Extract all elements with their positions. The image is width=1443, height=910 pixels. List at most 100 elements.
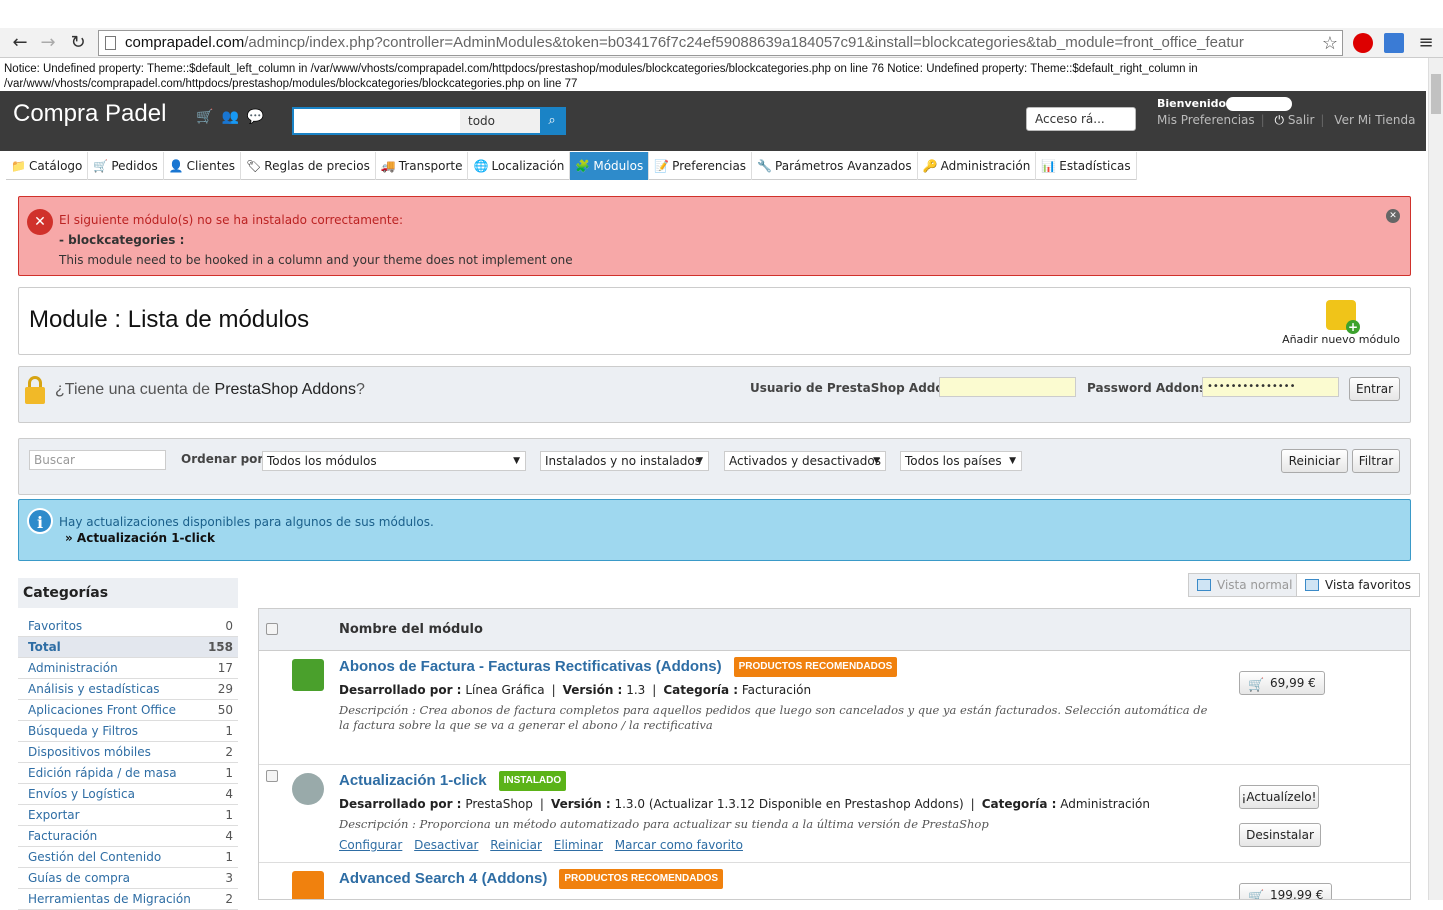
country-filter-select[interactable]: Todos los países [900, 451, 1022, 471]
reset-link[interactable]: Reiniciar [490, 838, 542, 852]
error-title: El siguiente módulo(s) no se ha instalad… [59, 213, 403, 227]
tab-modulos[interactable]: 🧩 Módulos [570, 152, 650, 180]
installed-badge: INSTALADO [498, 771, 567, 791]
reload-icon[interactable]: ↻ [66, 31, 90, 55]
reset-button[interactable]: Reiniciar [1281, 449, 1348, 473]
welcome-label: Bienvenido [1157, 97, 1227, 110]
updates-info-alert: i Hay actualizaciones disponibles para a… [18, 499, 1411, 561]
tab-reglas-precios[interactable]: 🏷 Reglas de precios [241, 152, 376, 180]
buy-button[interactable]: 🛒 69,99 € [1239, 671, 1325, 695]
settings-icon: 📝 [654, 159, 670, 173]
address-bar[interactable]: comprapadel.com/admincp/index.php?contro… [98, 30, 1343, 56]
addons-login-panel: ¿Tiene una cuenta de PrestaShop Addons? … [18, 366, 1411, 423]
customers-icon[interactable]: 👥 [221, 109, 238, 125]
error-message: This module need to be hooked in a colum… [59, 253, 573, 267]
preferences-link[interactable]: Mis Preferencias [1157, 113, 1255, 127]
updates-item-link[interactable]: » Actualización 1-click [65, 531, 215, 545]
addons-user-input[interactable] [939, 377, 1076, 397]
view-shop-link[interactable]: Ver Mi Tienda [1334, 113, 1415, 127]
module-row: Abonos de Factura - Facturas Rectificati… [259, 651, 1410, 765]
translate-icon[interactable] [1384, 33, 1404, 53]
logout-link[interactable]: Salir [1288, 113, 1315, 127]
tag-icon: 🏷 [246, 159, 262, 173]
addons-password-label: Password Addons : [1087, 381, 1216, 395]
error-icon: ✕ [27, 209, 53, 235]
admin-header: Compra Padel 🛒 👥 💬 todo ⌕ Acceso rá... Bie… [0, 91, 1426, 151]
module-name[interactable]: Actualización 1-click INSTALADO [339, 771, 567, 791]
tab-catalogo[interactable]: 📁 Catálogo [6, 152, 89, 180]
shop-name[interactable]: Compra Padel [13, 100, 166, 128]
search-scope-select[interactable]: todo [460, 109, 540, 133]
url-host: comprapadel.com [125, 34, 245, 51]
scrollbar-thumb[interactable] [1431, 74, 1441, 114]
info-icon: i [27, 508, 53, 534]
module-search-input[interactable]: Buscar [29, 450, 166, 470]
order-select[interactable]: Todos los módulos [262, 451, 526, 471]
stats-icon: 📊 [1041, 159, 1057, 173]
tab-administracion[interactable]: 🔑 Administración [918, 152, 1037, 180]
module-meta: Desarrollado por : Línea Gráfica | Versión… [339, 683, 812, 697]
php-notice: Notice: Undefined property: Theme::$defa… [4, 63, 1198, 90]
module-row: Actualización 1-click INSTALADO Desarroll… [259, 765, 1410, 863]
category-edicion-rapida[interactable]: Edición rápida / de masa 1 [18, 763, 238, 784]
addons-password-input[interactable]: ••••••••••••••• [1202, 377, 1339, 397]
tab-estadisticas[interactable]: 📊 Estadísticas [1036, 152, 1137, 180]
menu-icon[interactable]: ≡ [1414, 31, 1438, 55]
enabled-filter-select[interactable]: Activados y desactivados [724, 451, 886, 471]
tab-preferencias[interactable]: 📝 Preferencias [649, 152, 753, 180]
module-name[interactable]: Abonos de Factura - Facturas Rectificati… [339, 657, 898, 677]
adblock-icon[interactable] [1353, 33, 1373, 53]
normal-view-button[interactable]: Vista normal [1188, 573, 1302, 597]
tab-clientes[interactable]: 👤 Clientes [164, 152, 242, 180]
power-icon: ⏻ [1274, 113, 1285, 127]
tab-transporte[interactable]: 🚚 Transporte [376, 152, 469, 180]
category-front-office[interactable]: Aplicaciones Front Office 50 [18, 700, 238, 721]
admin-search[interactable]: todo ⌕ [292, 107, 566, 135]
category-envios[interactable]: Envíos y Logística 4 [18, 784, 238, 805]
bookmark-star-icon[interactable]: ☆ [1322, 31, 1338, 55]
add-module-button[interactable]: Añadir nuevo módulo [1282, 300, 1400, 346]
category-administracion[interactable]: Administración 17 [18, 658, 238, 679]
update-button[interactable]: ¡Actualízelo! [1239, 785, 1319, 809]
cart-icon: 🛒 [1248, 890, 1265, 900]
category-analisis[interactable]: Análisis y estadísticas 29 [18, 679, 238, 700]
cart-icon: 🛒 [1248, 678, 1265, 693]
cart-icon[interactable]: 🛒 [196, 109, 213, 125]
installed-filter-select[interactable]: Instalados y no instalados [540, 451, 709, 471]
favorites-view-button[interactable]: Vista favoritos [1296, 573, 1420, 597]
order-label: Ordenar por: [181, 452, 269, 466]
disable-link[interactable]: Desactivar [414, 838, 478, 852]
tab-parametros-avanzados[interactable]: 🔧 Parámetros Avanzados [752, 152, 918, 180]
tab-localizacion[interactable]: 🌐 Localización [468, 152, 571, 180]
category-guias[interactable]: Guías de compra 3 [18, 868, 238, 889]
configure-link[interactable]: Configurar [339, 838, 402, 852]
buy-button[interactable]: 🛒 199,99 € [1239, 883, 1333, 900]
category-contenido[interactable]: Gestión del Contenido 1 [18, 847, 238, 868]
category-busqueda[interactable]: Búsqueda y Filtros 1 [18, 721, 238, 742]
category-facturacion[interactable]: Facturación 4 [18, 826, 238, 847]
module-checkbox[interactable] [266, 770, 278, 782]
module-name[interactable]: Advanced Search 4 (Addons) PRODUCTOS RECO… [339, 869, 724, 889]
forward-icon[interactable]: → [36, 31, 60, 55]
filter-button[interactable]: Filtrar [1352, 449, 1400, 473]
page-scrollbar[interactable] [1428, 58, 1443, 900]
category-exportar[interactable]: Exportar 1 [18, 805, 238, 826]
addons-login-button[interactable]: Entrar [1349, 377, 1400, 401]
delete-link[interactable]: Eliminar [554, 838, 603, 852]
select-all-checkbox[interactable] [266, 623, 278, 635]
category-moviles[interactable]: Dispositivos móbiles 2 [18, 742, 238, 763]
tab-pedidos[interactable]: 🛒 Pedidos [88, 152, 164, 180]
close-icon[interactable]: ✕ [1386, 209, 1400, 223]
uninstall-button[interactable]: Desinstalar [1239, 823, 1321, 847]
messages-icon[interactable]: 💬 [247, 109, 264, 125]
quick-access-select[interactable]: Acceso rá... [1026, 107, 1136, 131]
search-icon[interactable]: ⌕ [540, 109, 564, 133]
install-error-alert: ✕ El siguiente módulo(s) no se ha instal… [18, 196, 1411, 276]
back-icon[interactable]: ← [8, 31, 32, 55]
folder-icon: 📁 [11, 159, 26, 173]
favorite-link[interactable]: Marcar como favorito [615, 838, 743, 852]
category-total[interactable]: Total 158 [18, 637, 238, 658]
category-favoritos[interactable]: Favoritos 0 [18, 616, 238, 637]
key-icon: 🔑 [922, 159, 938, 173]
puzzle-icon: 🧩 [575, 159, 591, 173]
